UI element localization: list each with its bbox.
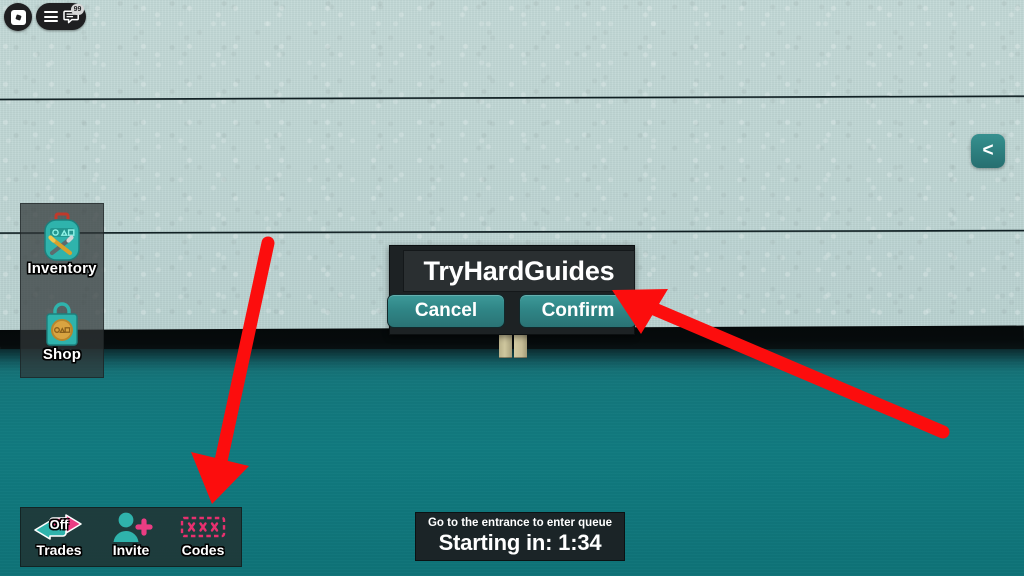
furniture-leg-right <box>514 331 527 358</box>
side-menu-label-shop: Shop <box>42 346 82 363</box>
chevron-left-icon: < <box>982 139 994 161</box>
roblox-logo-inner <box>14 13 22 21</box>
hamburger-menu-icon[interactable] <box>44 11 58 22</box>
action-button-invite[interactable]: Invite <box>95 510 167 558</box>
side-menu-item-inventory[interactable]: Inventory <box>21 208 103 277</box>
dialog-actions: Cancel Confirm <box>387 294 637 328</box>
code-redeem-dialog: TryHardGuides Cancel Confirm <box>387 245 637 335</box>
furniture-leg-left <box>499 331 512 358</box>
chat-button[interactable]: 99 <box>63 4 84 26</box>
codes-dashed-box-icon <box>167 510 239 544</box>
code-input-value: TryHardGuides <box>423 255 615 286</box>
chat-badge: 99 <box>71 4 84 15</box>
queue-instruction-text: Go to the entrance to enter queue <box>427 517 613 529</box>
side-menu-item-shop[interactable]: Shop <box>21 294 103 363</box>
roblox-logo-icon <box>10 9 26 25</box>
roblox-home-button[interactable] <box>4 3 32 31</box>
queue-timer-text: Starting in: 1:34 <box>438 530 602 555</box>
trade-arrows-icon: Off <box>23 510 95 544</box>
queue-status-panel: Go to the entrance to enter queue Starti… <box>415 512 625 561</box>
action-button-codes[interactable]: Codes <box>167 510 239 558</box>
code-input-field[interactable]: TryHardGuides <box>403 250 635 292</box>
action-label-invite: Invite <box>112 542 150 558</box>
person-plus-icon <box>95 510 167 544</box>
collapse-panel-button[interactable]: < <box>971 134 1005 168</box>
action-label-codes: Codes <box>181 542 225 558</box>
game-screen: 99 Inventory Shop < TryHardGuides Cancel… <box>0 0 1024 576</box>
action-button-trades[interactable]: Off Trades <box>23 510 95 558</box>
confirm-button[interactable]: Confirm <box>519 294 637 328</box>
floor-shadow <box>0 349 1024 371</box>
side-menu: Inventory Shop <box>20 203 104 378</box>
bottom-action-bar: Off Trades Invite Codes <box>20 507 242 567</box>
side-menu-label-inventory: Inventory <box>27 260 97 277</box>
action-label-trades: Trades <box>36 542 82 558</box>
cancel-button[interactable]: Cancel <box>387 294 505 328</box>
